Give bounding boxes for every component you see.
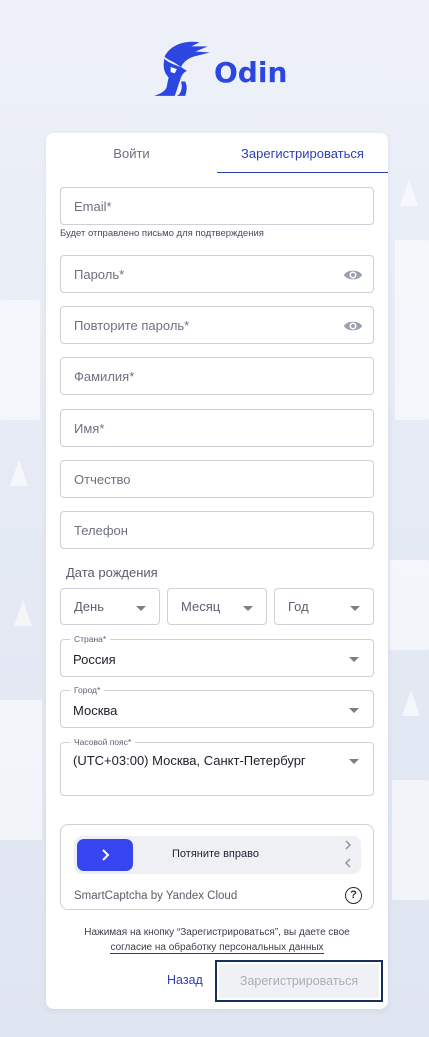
phone-field[interactable]: Телефон xyxy=(60,511,374,549)
middle-name-field[interactable]: Отчество xyxy=(60,460,374,498)
chevron-right-icon xyxy=(345,840,351,850)
timezone-value: (UTC+03:00) Москва, Санкт-Петербург xyxy=(73,753,306,768)
middle-name-placeholder: Отчество xyxy=(74,472,131,487)
consent-line: Нажимая на кнопку “Зарегистрироваться”, … xyxy=(84,927,350,938)
day-select[interactable]: День xyxy=(60,588,160,625)
country-label: Страна* xyxy=(70,634,111,644)
password-repeat-placeholder: Повторите пароль* xyxy=(74,318,190,333)
password-placeholder: Пароль* xyxy=(74,267,125,282)
help-icon[interactable]: ? xyxy=(345,887,362,904)
consent-text: Нажимая на кнопку “Зарегистрироваться”, … xyxy=(46,925,388,955)
country-select[interactable]: Страна* Россия xyxy=(60,634,374,677)
captcha-slider-track[interactable]: Потяните вправо xyxy=(74,836,361,874)
tab-register[interactable]: Зарегистрироваться xyxy=(217,133,388,173)
helmet-logo-icon xyxy=(154,41,210,96)
consent-link[interactable]: согласие на обработку персональных данны… xyxy=(110,942,324,954)
email-field[interactable]: Email* xyxy=(60,187,374,225)
register-button-label: Зарегистрироваться xyxy=(219,964,379,998)
captcha-slider-text: Потяните вправо xyxy=(172,848,259,860)
country-value: Россия xyxy=(73,652,116,667)
first-name-placeholder: Имя* xyxy=(74,421,105,436)
city-value: Москва xyxy=(73,703,118,718)
first-name-field[interactable]: Имя* xyxy=(60,409,374,447)
last-name-field[interactable]: Фамилия* xyxy=(60,357,374,395)
password-field[interactable]: Пароль* xyxy=(60,255,374,293)
caret-down-icon xyxy=(136,606,146,611)
back-button[interactable]: Назад xyxy=(167,973,203,987)
city-label: Город* xyxy=(70,685,105,695)
phone-placeholder: Телефон xyxy=(74,523,128,538)
captcha-brand: SmartCaptcha by Yandex Cloud xyxy=(74,890,238,902)
caret-down-icon xyxy=(349,657,359,662)
caret-down-icon xyxy=(243,606,253,611)
app-logo: Odin xyxy=(150,36,287,98)
caret-down-icon xyxy=(350,606,360,611)
smart-captcha: Потяните вправо SmartCaptcha by Yandex C… xyxy=(60,824,374,910)
timezone-select[interactable]: Часовой пояс* (UTC+03:00) Москва, Санкт-… xyxy=(60,737,374,796)
last-name-placeholder: Фамилия* xyxy=(74,369,135,384)
chevron-right-icon xyxy=(102,849,110,861)
registration-card: Войти Зарегистрироваться Email* Будет от… xyxy=(46,133,388,1009)
birthdate-label: Дата рождения xyxy=(66,565,158,580)
day-placeholder: День xyxy=(74,599,104,614)
password-repeat-field[interactable]: Повторите пароль* xyxy=(60,306,374,344)
email-hint: Будет отправлено письмо для подтверждени… xyxy=(60,228,264,239)
city-select[interactable]: Город* Москва xyxy=(60,685,374,728)
eye-icon[interactable] xyxy=(343,266,363,284)
caret-down-icon xyxy=(349,708,359,713)
email-placeholder: Email* xyxy=(74,199,112,214)
register-button[interactable]: Зарегистрироваться xyxy=(215,960,383,1002)
caret-down-icon xyxy=(349,759,359,764)
chevron-left-icon xyxy=(345,858,351,868)
eye-icon[interactable] xyxy=(343,317,363,335)
month-placeholder: Месяц xyxy=(181,599,221,614)
year-placeholder: Год xyxy=(288,599,309,614)
app-name: Odin xyxy=(214,55,288,89)
tab-login[interactable]: Войти xyxy=(46,133,217,173)
captcha-slider-handle[interactable] xyxy=(77,839,133,871)
month-select[interactable]: Месяц xyxy=(167,588,267,625)
auth-tabs: Войти Зарегистрироваться xyxy=(46,133,388,173)
timezone-label: Часовой пояс* xyxy=(70,737,136,747)
year-select[interactable]: Год xyxy=(274,588,374,625)
